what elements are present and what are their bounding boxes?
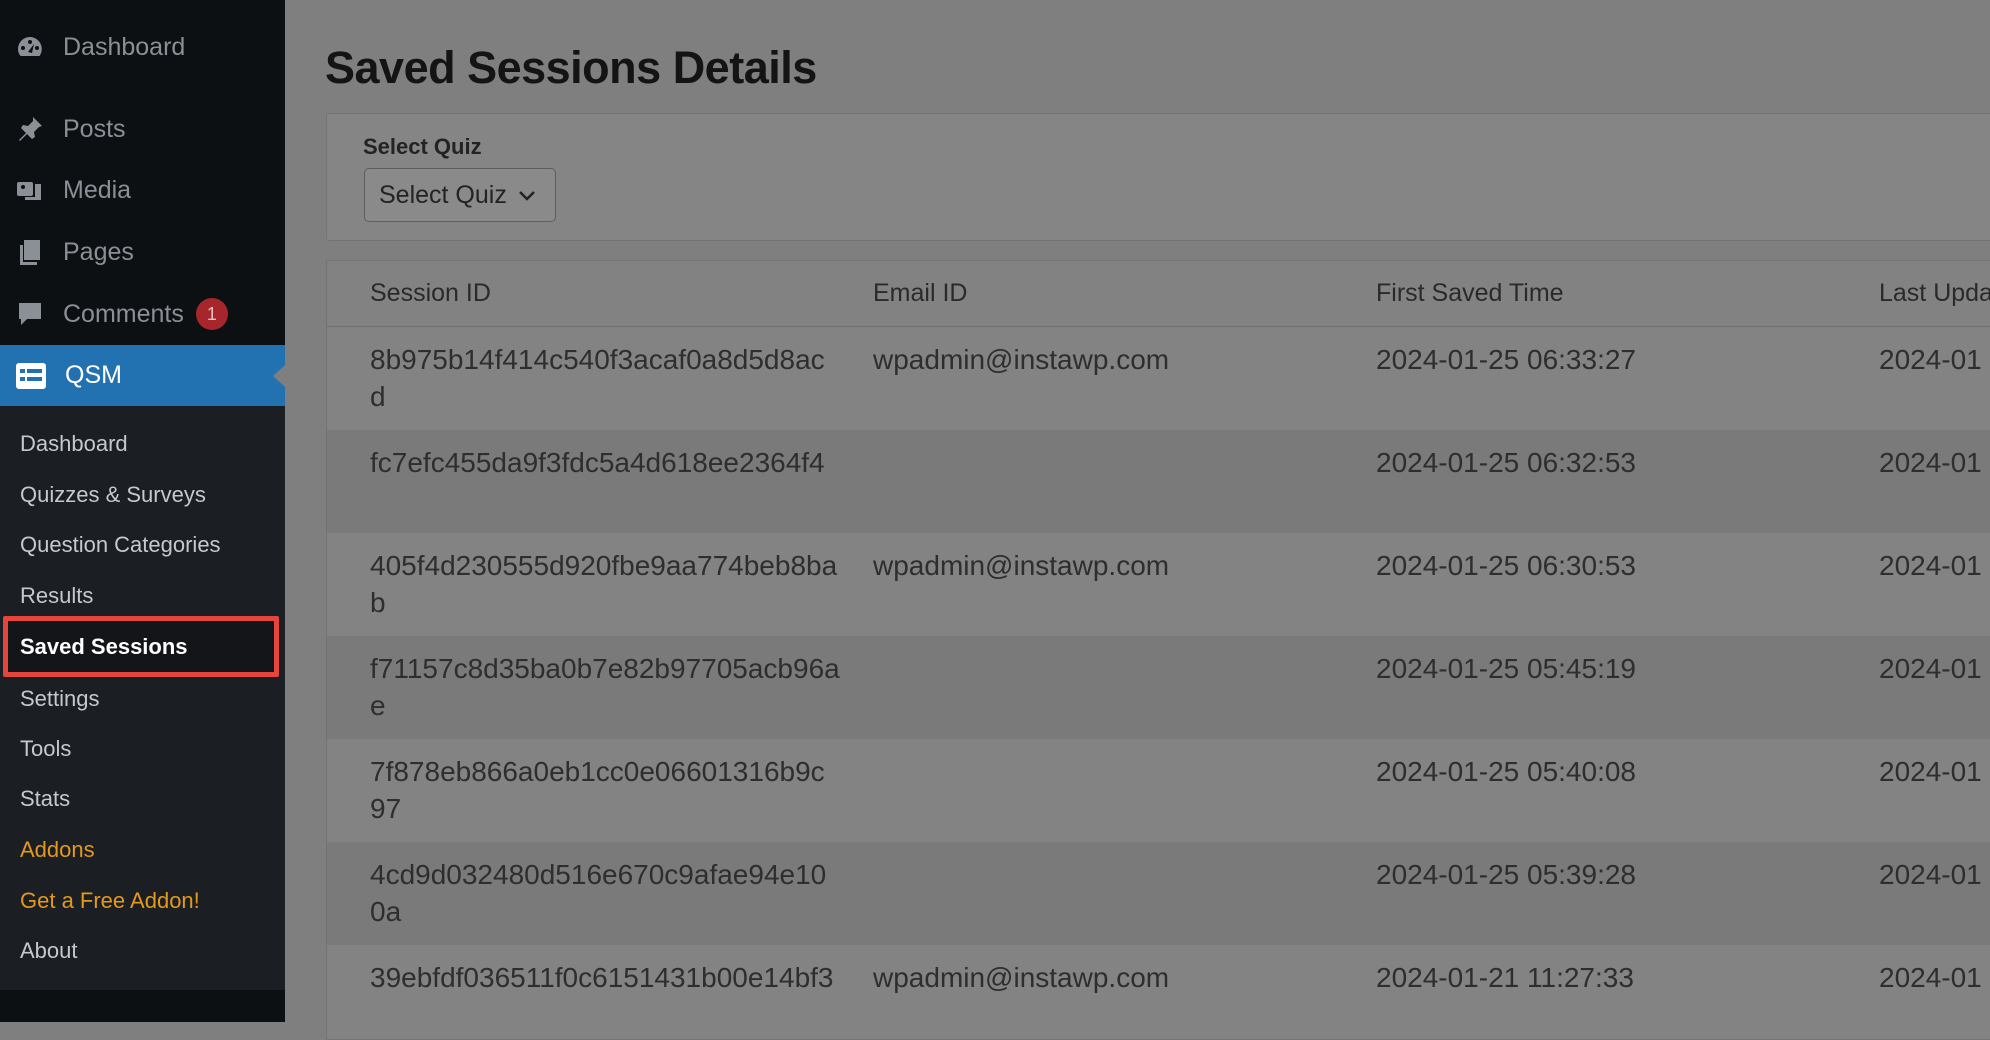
first-saved-cell: 2024-01-25 06:33:27 [1376,344,1636,375]
last-updated-cell: 2024-01 [1879,550,1982,581]
submenu-addons[interactable]: Addons [20,835,95,865]
menu-item-label: Dashboard [63,32,186,61]
menu-item-pages[interactable]: Pages [0,222,285,282]
last-updated-cell: 2024-01 [1879,859,1982,890]
submenu-question-categories[interactable]: Question Categories [20,530,221,560]
submenu-quizzes-surveys[interactable]: Quizzes & Surveys [20,480,206,510]
table-row: 4cd9d032480d516e670c9afae94e100a 2024-01… [327,842,1990,945]
submenu-tools[interactable]: Tools [20,734,71,764]
menu-item-dashboard[interactable]: Dashboard [0,17,285,77]
select-quiz-dropdown[interactable]: Select Quiz [364,168,556,222]
first-saved-cell: 2024-01-25 05:39:28 [1376,859,1636,890]
last-updated-cell: 2024-01 [1879,756,1982,787]
email-cell: wpadmin@instawp.com [873,344,1170,375]
qsm-icon [14,359,48,393]
column-header-last-updated[interactable]: Last Upda [1879,279,1990,308]
table-row: 39ebfdf036511f0c6151431b00e14bf3 wpadmin… [327,945,1990,1039]
column-header-email-id[interactable]: Email ID [873,279,967,308]
menu-item-qsm[interactable]: QSM [0,345,285,406]
table-row: f71157c8d35ba0b7e82b97705acb96ae 2024-01… [327,636,1990,739]
table-row: 8b975b14f414c540f3acaf0a8d5d8acd wpadmin… [327,327,1990,430]
first-saved-cell: 2024-01-25 05:40:08 [1376,756,1636,787]
session-id-cell: 39ebfdf036511f0c6151431b00e14bf3 [370,962,834,993]
media-icon [14,174,46,206]
session-id-cell: fc7efc455da9f3fdc5a4d618ee2364f4 [370,447,825,478]
saved-sessions-table: Session ID Email ID First Saved Time Las… [326,260,1990,1040]
select-quiz-label: Select Quiz [363,134,482,159]
menu-item-label: Pages [63,237,134,266]
first-saved-cell: 2024-01-25 06:30:53 [1376,550,1636,581]
submenu-saved-sessions[interactable]: Saved Sessions [20,632,188,662]
session-id-cell: f71157c8d35ba0b7e82b97705acb96ae [370,653,840,721]
first-saved-cell: 2024-01-21 11:27:33 [1376,962,1634,993]
page-title: Saved Sessions Details [325,42,817,93]
submenu-results[interactable]: Results [20,581,93,611]
table-row: 7f878eb866a0eb1cc0e06601316b9c97 2024-01… [327,739,1990,842]
comment-count-badge: 1 [195,298,228,330]
select-quiz-value: Select Quiz [379,180,507,209]
chevron-down-icon [518,191,535,201]
current-menu-arrow [273,364,285,387]
menu-item-label: Media [63,175,132,204]
menu-item-label: QSM [65,361,122,389]
menu-item-posts[interactable]: Posts [0,99,285,159]
pages-icon [14,236,46,268]
session-id-cell: 7f878eb866a0eb1cc0e06601316b9c97 [370,756,825,824]
email-cell: wpadmin@instawp.com [873,550,1170,581]
table-header: Session ID Email ID First Saved Time Las… [327,261,1990,327]
submenu-about[interactable]: About [20,936,78,966]
submenu-stats[interactable]: Stats [20,784,70,814]
submenu-dashboard[interactable]: Dashboard [20,429,128,459]
email-cell: wpadmin@instawp.com [873,962,1170,993]
last-updated-cell: 2024-01 [1879,962,1982,993]
menu-item-media[interactable]: Media [0,160,285,220]
admin-sidebar: Dashboard Posts Media Pages Comments 1 Q… [0,0,285,1022]
dashboard-icon [14,31,46,63]
table-row: 405f4d230555d920fbe9aa774beb8bab wpadmin… [327,533,1990,636]
pushpin-icon [14,113,46,145]
first-saved-cell: 2024-01-25 06:32:53 [1376,447,1636,478]
menu-item-label: Comments [63,299,184,328]
comment-icon [14,298,46,330]
table-row: fc7efc455da9f3fdc5a4d618ee2364f4 2024-01… [327,430,1990,533]
last-updated-cell: 2024-01 [1879,653,1982,684]
submenu-free-addon[interactable]: Get a Free Addon! [20,886,200,916]
last-updated-cell: 2024-01 [1879,344,1982,375]
column-header-first-saved-time[interactable]: First Saved Time [1376,279,1564,308]
session-id-cell: 405f4d230555d920fbe9aa774beb8bab [370,550,838,618]
first-saved-cell: 2024-01-25 05:45:19 [1376,653,1636,684]
menu-item-comments[interactable]: Comments 1 [0,284,285,344]
last-updated-cell: 2024-01 [1879,447,1982,478]
quiz-filter-panel: Select Quiz Select Quiz [326,113,1990,241]
menu-item-label: Posts [63,114,126,143]
column-header-session-id[interactable]: Session ID [370,279,491,308]
session-id-cell: 8b975b14f414c540f3acaf0a8d5d8acd [370,344,825,412]
session-id-cell: 4cd9d032480d516e670c9afae94e100a [370,859,827,927]
submenu-settings[interactable]: Settings [20,684,100,714]
